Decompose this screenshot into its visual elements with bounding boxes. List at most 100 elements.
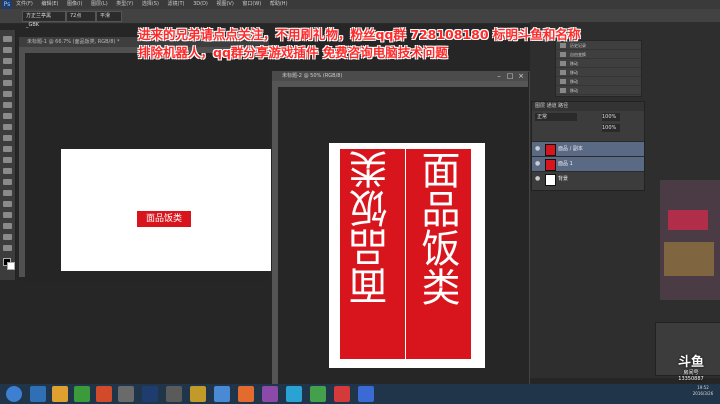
eye-icon[interactable]: ● — [535, 176, 541, 182]
history-item[interactable]: 移动 — [556, 77, 641, 86]
stamp-tool-icon[interactable] — [3, 124, 12, 130]
douyu-room-number: 13350887 — [678, 376, 704, 382]
zoom-tool-icon[interactable] — [3, 245, 12, 251]
history-item[interactable]: 移动 — [556, 86, 641, 95]
type-tool-icon[interactable] — [3, 201, 12, 207]
history-state-icon — [560, 70, 566, 75]
app-icon[interactable] — [358, 386, 374, 402]
background-color-swatch[interactable] — [7, 262, 15, 270]
layer-thumbnail — [545, 159, 556, 171]
menu-type[interactable]: 类型(Y) — [116, 1, 133, 7]
dodge-tool-icon[interactable] — [3, 179, 12, 185]
douyu-brand: 斗鱼 — [677, 355, 704, 370]
opacity-field[interactable]: 100% — [602, 113, 620, 121]
app-icon[interactable] — [214, 386, 230, 402]
history-state-icon — [560, 88, 566, 93]
ie-icon[interactable] — [30, 386, 46, 402]
explorer-icon[interactable] — [52, 386, 68, 402]
menu-view[interactable]: 视图(V) — [216, 1, 233, 7]
media-icon[interactable] — [74, 386, 90, 402]
layer-thumbnail — [545, 174, 556, 186]
path-select-tool-icon[interactable] — [3, 212, 12, 218]
crop-tool-icon[interactable] — [3, 80, 12, 86]
horizontal-ruler-2 — [272, 81, 528, 87]
app-icon[interactable] — [262, 386, 278, 402]
layers-panel-tabs[interactable]: 图层 通道 路径 — [532, 102, 644, 111]
document-2-title: 未标题-2 @ 50% (RGB/8) — [282, 73, 343, 79]
vertical-text-right[interactable]: 面品饭类 — [414, 150, 460, 306]
layer-row[interactable]: ● 背景 — [532, 171, 644, 186]
menu-bar: Ps 文件(F) 编辑(E) 图像(I) 图层(L) 类型(Y) 选择(S) 滤… — [0, 0, 720, 9]
app-icon[interactable] — [334, 386, 350, 402]
menu-edit[interactable]: 编辑(E) — [41, 1, 58, 7]
photoshop-taskbar-icon[interactable] — [142, 386, 158, 402]
quick-select-tool-icon[interactable] — [3, 69, 12, 75]
history-item[interactable]: 移动 — [556, 68, 641, 77]
eye-icon[interactable]: ● — [535, 146, 541, 152]
layer-row[interactable]: ● 面品 / 副本 — [532, 141, 644, 156]
move-tool-icon[interactable] — [3, 36, 12, 42]
taskbar — [0, 384, 720, 404]
history-state-icon — [560, 61, 566, 66]
menu-3d[interactable]: 3D(D) — [193, 1, 208, 7]
blur-tool-icon[interactable] — [3, 168, 12, 174]
layer-thumbnail — [545, 144, 556, 156]
shape-tool-icon[interactable] — [3, 223, 12, 229]
background-window — [660, 180, 720, 300]
app-icon[interactable] — [190, 386, 206, 402]
marquee-tool-icon[interactable] — [3, 47, 12, 53]
vertical-text-left[interactable]: 面品饭类 — [349, 150, 395, 306]
vertical-ruler — [19, 47, 25, 277]
minimize-icon[interactable]: – — [494, 72, 504, 80]
menu-window[interactable]: 窗口(W) — [242, 1, 261, 7]
photoshop-logo-icon: Ps — [2, 0, 12, 9]
fill-field[interactable]: 100% — [602, 124, 620, 132]
background-image-block — [664, 242, 714, 276]
background-image-block — [668, 210, 708, 230]
document-tab-1-title: 未标题-1 @ 66.7% (面品饭类, RGB/8) * — [27, 39, 120, 45]
app-icon[interactable] — [166, 386, 182, 402]
overlay-caption-line-2: 排除机器人，qq群分享游戏插件 免费咨询电脑技术问题 — [138, 45, 448, 60]
qq-icon[interactable] — [286, 386, 302, 402]
start-button-icon[interactable] — [6, 386, 22, 402]
eyedropper-tool-icon[interactable] — [3, 91, 12, 97]
menu-image[interactable]: 图像(I) — [67, 1, 82, 7]
app-icon[interactable] — [238, 386, 254, 402]
font-size-select[interactable]: 72点 — [66, 11, 96, 22]
red-label-layer[interactable]: 面品饭类 — [137, 211, 191, 227]
close-icon[interactable]: × — [516, 72, 526, 80]
pen-tool-icon[interactable] — [3, 190, 12, 196]
banner-divider — [405, 149, 406, 359]
clock-date: 2016/3/26 — [692, 391, 714, 396]
brush-tool-icon[interactable] — [3, 113, 12, 119]
menu-items: 文件(F) 编辑(E) 图像(I) 图层(L) 类型(Y) 选择(S) 滤镜(T… — [16, 0, 295, 9]
system-clock[interactable]: 19:52 2016/3/26 — [688, 385, 718, 397]
font-family-select[interactable]: 方正兰亭黑_GBK — [22, 11, 66, 28]
eraser-tool-icon[interactable] — [3, 146, 12, 152]
lasso-tool-icon[interactable] — [3, 58, 12, 64]
app-icon[interactable] — [96, 386, 112, 402]
menu-select[interactable]: 选择(S) — [142, 1, 159, 7]
canvas-1[interactable] — [61, 149, 271, 271]
menu-file[interactable]: 文件(F) — [16, 1, 33, 7]
eye-icon[interactable]: ● — [535, 161, 541, 167]
history-brush-icon[interactable] — [3, 135, 12, 141]
tools-panel — [0, 30, 16, 280]
menu-help[interactable]: 帮助(H) — [270, 1, 288, 7]
anti-alias-select[interactable]: 平滑 — [96, 11, 122, 22]
hand-tool-icon[interactable] — [3, 234, 12, 240]
layer-row[interactable]: ● 面品 1 — [532, 156, 644, 171]
menu-layer[interactable]: 图层(L) — [91, 1, 108, 7]
vertical-ruler-2 — [272, 81, 278, 396]
blend-mode-select[interactable]: 正常 — [535, 113, 577, 121]
layers-panel: 图层 通道 路径 正常 100% 100% ● 面品 / 副本 ● 面品 1 ●… — [531, 101, 645, 191]
overlay-caption-line-1: 进来的兄弟请点点关注，不用刷礼物，粉丝qq群 728108180 标明斗鱼和名称 — [138, 27, 581, 42]
app-icon[interactable] — [310, 386, 326, 402]
healing-tool-icon[interactable] — [3, 102, 12, 108]
gradient-tool-icon[interactable] — [3, 157, 12, 163]
douyu-watermark: 斗鱼 房间号 13350887 — [666, 355, 716, 383]
document-2-titlebar[interactable]: 未标题-2 @ 50% (RGB/8) – □ × — [272, 71, 528, 81]
maximize-icon[interactable]: □ — [505, 72, 515, 80]
menu-filter[interactable]: 滤镜(T) — [168, 1, 185, 7]
app-icon[interactable] — [118, 386, 134, 402]
